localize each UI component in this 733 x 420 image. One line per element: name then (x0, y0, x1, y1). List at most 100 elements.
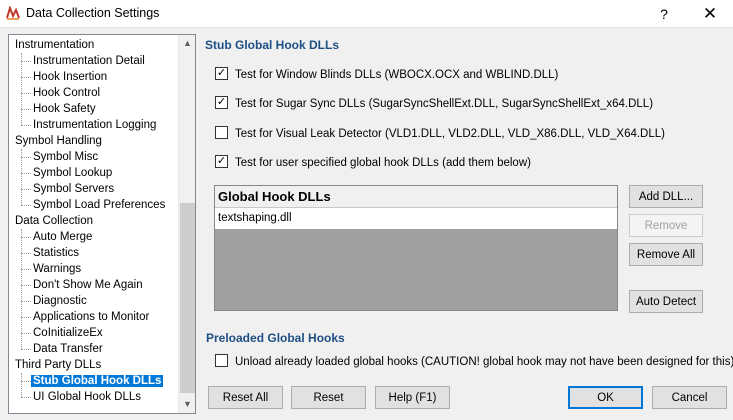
scroll-thumb[interactable] (180, 203, 195, 393)
checkbox[interactable]: ✓ (215, 155, 228, 169)
tree-connector (21, 269, 31, 270)
tree-connector (21, 53, 22, 125)
tree-connector (21, 189, 31, 190)
tree-item-label: Hook Insertion (33, 71, 108, 83)
check-sugar-sync[interactable]: ✓ Test for Sugar Sync DLLs (SugarSyncShel… (215, 96, 653, 112)
tree-connector (21, 317, 31, 318)
tree-item-label: Auto Merge (33, 231, 93, 243)
tree-item-label: Instrumentation Detail (33, 55, 145, 67)
add-dll-button[interactable]: Add DLL... (629, 185, 703, 208)
checkbox[interactable]: ✓ (215, 67, 228, 81)
check-label: Test for Window Blinds DLLs (WBOCX.OCX a… (235, 69, 559, 81)
tree-item-label: Data Collection (15, 215, 93, 227)
tree-item[interactable]: Warnings (31, 261, 83, 277)
tree-connector (21, 149, 22, 205)
remove-all-button[interactable]: Remove All (629, 243, 703, 266)
tree-item[interactable]: Data Transfer (31, 341, 105, 357)
tree-connector (21, 381, 31, 382)
tree-connector (21, 205, 31, 206)
tree-item-label: CoInitializeEx (33, 327, 103, 339)
check-visual-leak-detector[interactable]: Test for Visual Leak Detector (VLD1.DLL,… (215, 126, 665, 142)
check-label: Test for Sugar Sync DLLs (SugarSyncShell… (235, 98, 654, 110)
reset-button[interactable]: Reset (291, 386, 366, 409)
tree-item-label: Don't Show Me Again (33, 279, 143, 291)
tree-item-label: Hook Control (33, 87, 101, 99)
tree-item-label: Symbol Servers (33, 183, 115, 195)
tree-connector (21, 253, 31, 254)
tree-item[interactable]: Instrumentation Logging (31, 117, 158, 133)
tree-item[interactable]: Symbol Misc (31, 149, 100, 165)
tree-connector (21, 237, 31, 238)
tree-connector (21, 285, 31, 286)
tree-item-label: UI Global Hook DLLs (33, 391, 142, 403)
app-icon (6, 6, 20, 20)
settings-tree[interactable]: Instrumentation Instrumentation Detail Hoo… (8, 34, 196, 414)
tree-item[interactable]: Auto Merge (31, 229, 94, 245)
list-header[interactable]: Global Hook DLLs (215, 186, 617, 208)
tree-item[interactable]: Symbol Handling (13, 133, 104, 149)
tree-connector (21, 157, 31, 158)
tree-item-label: Third Party DLLs (15, 359, 102, 371)
tree-item[interactable]: Instrumentation (13, 37, 96, 53)
check-unload-global-hooks[interactable]: Unload already loaded global hooks (CAUT… (215, 354, 733, 370)
check-label: Test for user specified global hook DLLs… (235, 157, 531, 169)
tree-item-label: Applications to Monitor (33, 311, 150, 323)
tree-item-label: Symbol Load Preferences (33, 199, 166, 211)
tree-connector (21, 173, 31, 174)
tree-item[interactable]: Symbol Load Preferences (31, 197, 167, 213)
tree-item[interactable]: Hook Control (31, 85, 102, 101)
tree-item[interactable]: Data Collection (13, 213, 95, 229)
tree-item[interactable]: Symbol Servers (31, 181, 116, 197)
title-bar: Data Collection Settings ? ✕ (0, 0, 733, 28)
tree-connector (21, 61, 31, 62)
tree-connector (21, 229, 22, 349)
tree-item[interactable]: Statistics (31, 245, 81, 261)
tree-item[interactable]: Stub Global Hook DLLs (31, 373, 164, 389)
tree-item-label: Hook Safety (33, 103, 96, 115)
tree-item-label: Symbol Lookup (33, 167, 113, 179)
preloaded-section-title: Preloaded Global Hooks (206, 331, 345, 345)
tree-item[interactable]: Symbol Lookup (31, 165, 114, 181)
tree-item[interactable]: Applications to Monitor (31, 309, 151, 325)
check-window-blinds[interactable]: ✓ Test for Window Blinds DLLs (WBOCX.OCX … (215, 67, 558, 83)
check-label: Test for Visual Leak Detector (VLD1.DLL,… (235, 128, 665, 140)
tree-item[interactable]: CoInitializeEx (31, 325, 105, 341)
tree-connector (21, 397, 31, 398)
tree-item-label: Stub Global Hook DLLs (31, 375, 164, 387)
help-f1-button[interactable]: Help (F1) (375, 386, 450, 409)
scroll-up-icon[interactable]: ▲ (179, 35, 195, 52)
list-item[interactable]: textshaping.dll (215, 208, 617, 229)
tree-item-label: Instrumentation (15, 39, 95, 51)
tree-item[interactable]: Diagnostic (31, 293, 89, 309)
tree-connector (21, 349, 31, 350)
remove-button[interactable]: Remove (629, 214, 703, 237)
ok-button[interactable]: OK (568, 386, 643, 409)
reset-all-button[interactable]: Reset All (208, 386, 283, 409)
tree-connector (21, 77, 31, 78)
tree-item-label: Symbol Handling (15, 135, 102, 147)
tree-item-label: Diagnostic (33, 295, 87, 307)
scroll-down-icon[interactable]: ▼ (179, 396, 195, 413)
global-hook-dll-list[interactable]: Global Hook DLLs textshaping.dll (214, 185, 618, 311)
tree-item[interactable]: Third Party DLLs (13, 357, 103, 373)
tree-item[interactable]: Instrumentation Detail (31, 53, 147, 69)
tree-connector (21, 93, 31, 94)
tree-item-label: Warnings (33, 263, 82, 275)
tree-connector (21, 301, 31, 302)
tree-connector (21, 333, 31, 334)
help-button[interactable]: ? (648, 0, 680, 28)
checkbox[interactable]: ✓ (215, 96, 228, 110)
tree-item-label: Symbol Misc (33, 151, 99, 163)
close-button[interactable]: ✕ (690, 0, 730, 28)
checkbox[interactable] (215, 354, 228, 368)
checkbox[interactable] (215, 126, 228, 140)
cancel-button[interactable]: Cancel (652, 386, 727, 409)
auto-detect-button[interactable]: Auto Detect (629, 290, 703, 313)
tree-item[interactable]: Hook Insertion (31, 69, 109, 85)
tree-connector (21, 373, 22, 397)
tree-item[interactable]: Don't Show Me Again (31, 277, 145, 293)
check-user-specified[interactable]: ✓ Test for user specified global hook DLL… (215, 155, 531, 171)
tree-item[interactable]: UI Global Hook DLLs (31, 389, 143, 405)
tree-scrollbar[interactable]: ▲ ▼ (178, 35, 195, 413)
tree-item[interactable]: Hook Safety (31, 101, 98, 117)
